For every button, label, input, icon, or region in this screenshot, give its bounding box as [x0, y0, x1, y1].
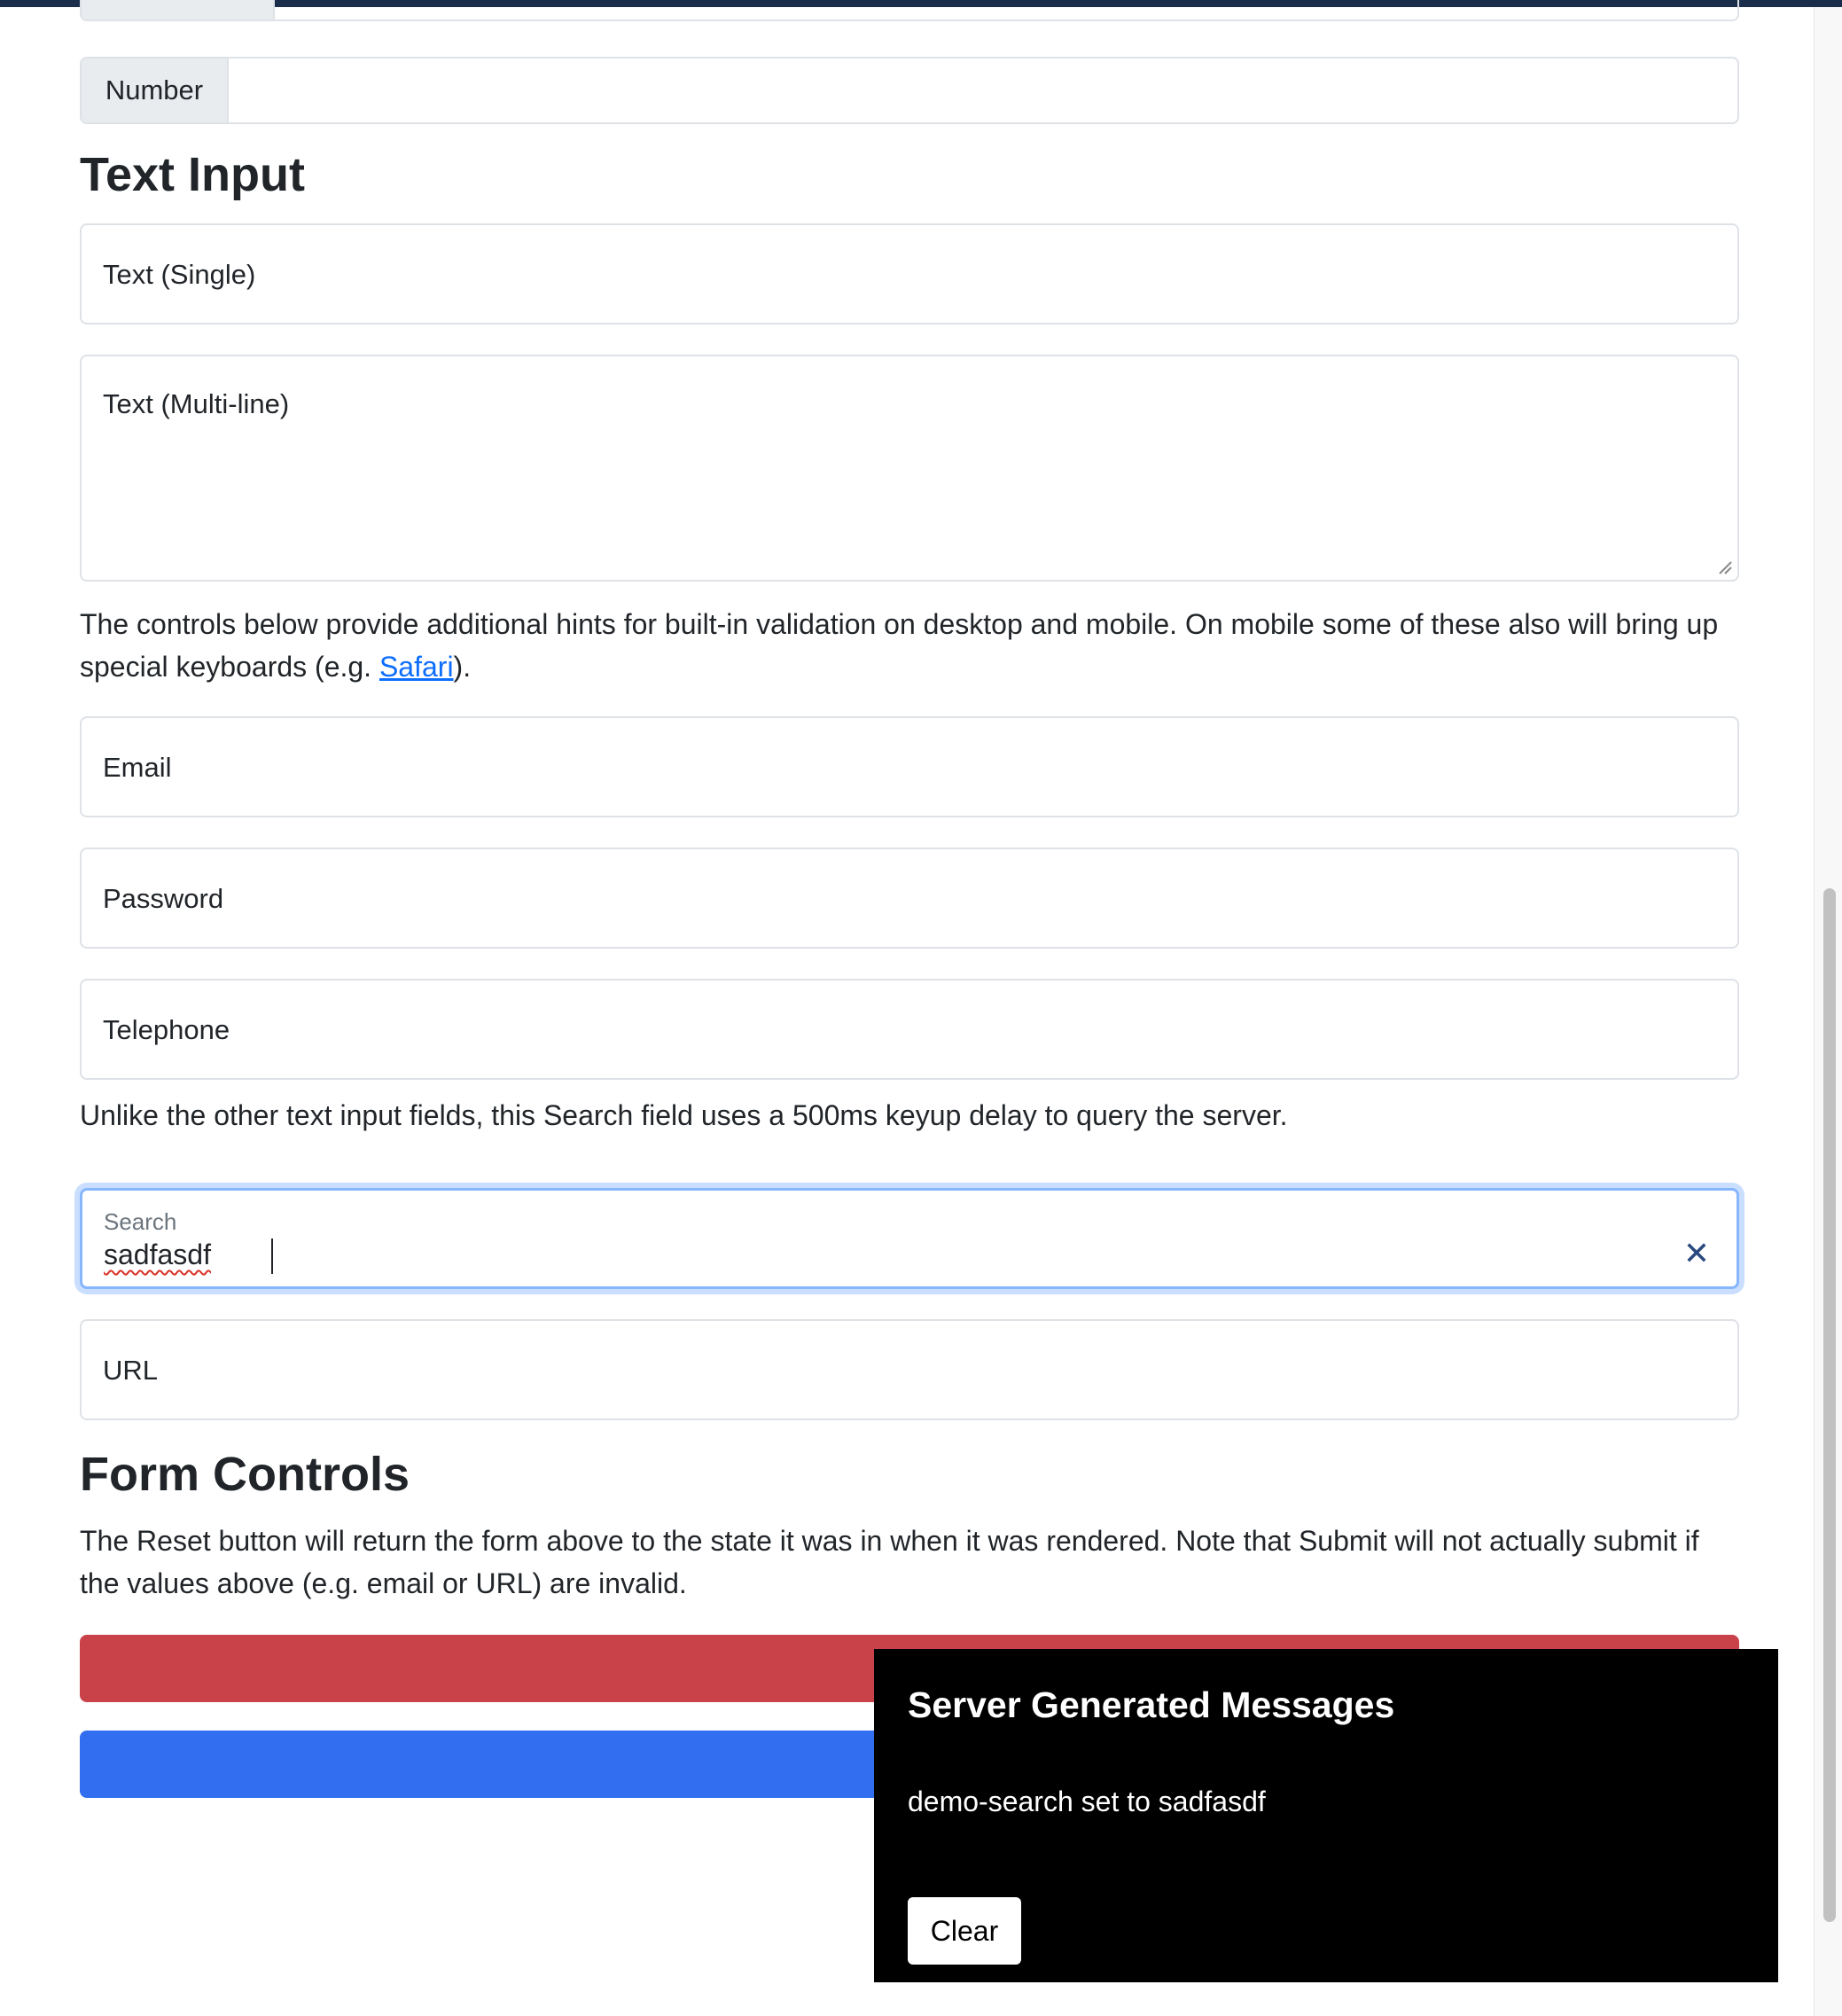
server-messages-toast: Server Generated Messages demo-search se… [874, 1649, 1778, 1982]
search-label: Search [104, 1208, 177, 1235]
text-single-field[interactable]: Text (Single) [80, 223, 1739, 324]
search-note-text: Unlike the other text input fields, this… [80, 1099, 1288, 1131]
search-value[interactable]: sadfasdf [104, 1239, 211, 1271]
number-input-group: Number [80, 57, 1739, 124]
url-label: URL [103, 1355, 159, 1386]
text-multiline-field[interactable]: Text (Multi-line) [80, 355, 1739, 582]
form-controls-description: The Reset button will return the form ab… [80, 1525, 1699, 1599]
number-input[interactable] [230, 59, 1737, 122]
previous-input-addon [82, 0, 275, 20]
previous-input-group[interactable] [80, 0, 1739, 21]
password-label: Password [103, 883, 224, 914]
toast-message: demo-search set to sadfasdf [908, 1785, 1266, 1817]
toast-clear-button[interactable]: Clear [908, 1897, 1021, 1965]
text-single-label: Text (Single) [103, 259, 256, 290]
page-content: Number Text Input Text (Single) Text (Mu… [0, 0, 1814, 2016]
textarea-resize-handle[interactable] [1716, 559, 1732, 574]
hint-text-start: The controls below provide additional hi… [80, 608, 1719, 683]
telephone-field[interactable]: Telephone [80, 979, 1739, 1080]
email-label: Email [103, 752, 172, 783]
email-field[interactable]: Email [80, 716, 1739, 817]
hint-text-end: ). [453, 651, 472, 683]
toast-title: Server Generated Messages [908, 1684, 1395, 1725]
text-input-heading: Text Input [80, 148, 305, 201]
page-scrollbar[interactable] [1814, 7, 1842, 2016]
scrollbar-thumb[interactable] [1823, 888, 1836, 1922]
form-controls-heading: Form Controls [80, 1448, 410, 1501]
search-clear-icon[interactable]: ✕ [1683, 1235, 1710, 1272]
password-field[interactable]: Password [80, 848, 1739, 949]
search-field[interactable]: Search sadfasdf ✕ [80, 1188, 1739, 1289]
url-field[interactable]: URL [80, 1319, 1739, 1420]
safari-link[interactable]: Safari [379, 651, 454, 683]
telephone-label: Telephone [103, 1014, 230, 1045]
text-caret [271, 1239, 273, 1274]
number-addon-label: Number [82, 59, 229, 122]
text-multiline-label: Text (Multi-line) [103, 388, 290, 419]
validation-hint-text: The controls below provide additional hi… [80, 603, 1746, 688]
